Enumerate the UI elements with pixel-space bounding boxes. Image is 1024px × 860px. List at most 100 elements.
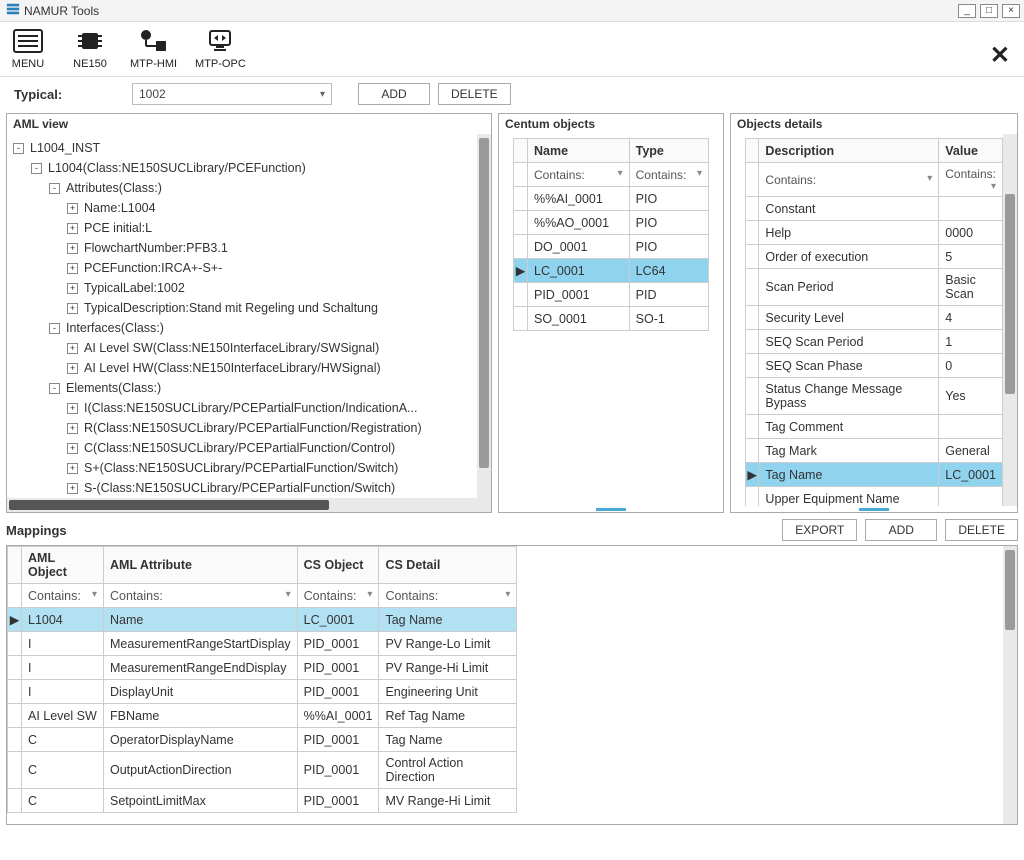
expand-icon[interactable]: - xyxy=(13,143,24,154)
filter-icon[interactable]: ▾ xyxy=(991,181,996,192)
table-row[interactable]: %%AO_0001PIO xyxy=(514,211,709,235)
tree-node[interactable]: -Interfaces(Class:) xyxy=(11,318,473,338)
expand-icon[interactable]: + xyxy=(67,263,78,274)
filter-icon[interactable]: ▾ xyxy=(927,173,932,184)
table-row[interactable]: ▶L1004NameLC_0001Tag Name xyxy=(8,608,517,632)
centum-title: Centum objects xyxy=(499,114,723,134)
tree-node[interactable]: +AI Level SW(Class:NE150InterfaceLibrary… xyxy=(11,338,473,358)
expand-icon[interactable]: + xyxy=(67,303,78,314)
table-row[interactable]: Help0000 xyxy=(746,221,1003,245)
table-row[interactable]: ▶Tag NameLC_0001 xyxy=(746,463,1003,487)
table-row[interactable]: Status Change Message BypassYes xyxy=(746,378,1003,415)
window-title: NAMUR Tools xyxy=(24,4,99,18)
filter-icon[interactable]: ▾ xyxy=(505,589,510,600)
table-row[interactable]: Tag MarkGeneral xyxy=(746,439,1003,463)
aml-tree[interactable]: -L1004_INST-L1004(Class:NE150SUCLibrary/… xyxy=(7,134,491,512)
expand-icon[interactable]: - xyxy=(31,163,42,174)
table-row[interactable]: Order of execution5 xyxy=(746,245,1003,269)
tree-node[interactable]: +R(Class:NE150SUCLibrary/PCEPartialFunct… xyxy=(11,418,473,438)
add-mapping-button[interactable]: ADD xyxy=(865,519,937,541)
mappings-grid[interactable]: AML Object AML Attribute CS Object CS De… xyxy=(7,546,517,813)
export-button[interactable]: EXPORT xyxy=(782,519,857,541)
scrollbar[interactable] xyxy=(1003,134,1017,506)
table-row[interactable]: %%AI_0001PIO xyxy=(514,187,709,211)
menu-tool[interactable]: MENU xyxy=(6,26,50,70)
delete-mapping-button[interactable]: DELETE xyxy=(945,519,1018,541)
expand-icon[interactable]: + xyxy=(67,203,78,214)
table-row[interactable]: SEQ Scan Phase0 xyxy=(746,354,1003,378)
tree-node[interactable]: +S-(Class:NE150SUCLibrary/PCEPartialFunc… xyxy=(11,478,473,498)
filter-icon[interactable]: ▾ xyxy=(286,589,291,600)
titlebar: NAMUR Tools _ □ × xyxy=(0,0,1024,22)
table-row[interactable]: Security Level4 xyxy=(746,306,1003,330)
table-row[interactable]: ▶LC_0001LC64 xyxy=(514,259,709,283)
expand-icon[interactable]: + xyxy=(67,483,78,494)
scrollbar[interactable] xyxy=(1003,546,1017,824)
expand-icon[interactable]: + xyxy=(67,243,78,254)
filter-icon[interactable]: ▾ xyxy=(92,589,97,600)
table-row[interactable]: Tag Comment xyxy=(746,415,1003,439)
table-row[interactable]: PID_0001PID xyxy=(514,283,709,307)
expand-icon[interactable]: + xyxy=(67,463,78,474)
expand-icon[interactable]: - xyxy=(49,183,60,194)
minimize-button[interactable]: _ xyxy=(958,4,976,18)
scrollbar[interactable] xyxy=(7,498,477,512)
filter-icon[interactable]: ▾ xyxy=(618,168,623,179)
expand-icon[interactable]: + xyxy=(67,403,78,414)
tree-node[interactable]: +TypicalDescription:Stand mit Regeling u… xyxy=(11,298,473,318)
tree-node[interactable]: +S+(Class:NE150SUCLibrary/PCEPartialFunc… xyxy=(11,458,473,478)
expand-icon[interactable]: - xyxy=(49,323,60,334)
table-row[interactable]: COperatorDisplayNamePID_0001Tag Name xyxy=(8,728,517,752)
tree-node[interactable]: -Elements(Class:) xyxy=(11,378,473,398)
tree-node[interactable]: +C(Class:NE150SUCLibrary/PCEPartialFunct… xyxy=(11,438,473,458)
delete-typical-button[interactable]: DELETE xyxy=(438,83,511,105)
expand-icon[interactable]: + xyxy=(67,423,78,434)
tree-node[interactable]: -Attributes(Class:) xyxy=(11,178,473,198)
add-typical-button[interactable]: ADD xyxy=(358,83,430,105)
tree-node[interactable]: -L1004(Class:NE150SUCLibrary/PCEFunction… xyxy=(11,158,473,178)
typical-value: 1002 xyxy=(139,87,166,101)
tree-node[interactable]: +TypicalLabel:1002 xyxy=(11,278,473,298)
expand-icon[interactable]: + xyxy=(67,283,78,294)
table-row[interactable]: SO_0001SO-1 xyxy=(514,307,709,331)
table-row[interactable]: Scan PeriodBasic Scan xyxy=(746,269,1003,306)
tree-node[interactable]: +PCE initial:L xyxy=(11,218,473,238)
expand-icon[interactable]: - xyxy=(49,383,60,394)
table-row[interactable]: IDisplayUnitPID_0001Engineering Unit xyxy=(8,680,517,704)
table-row[interactable]: Upper Equipment Name xyxy=(746,487,1003,507)
tree-node[interactable]: +I(Class:NE150SUCLibrary/PCEPartialFunct… xyxy=(11,398,473,418)
filter-icon[interactable]: ▾ xyxy=(367,589,372,600)
filter-icon[interactable]: ▾ xyxy=(697,168,702,179)
panel-close-icon[interactable]: ✕ xyxy=(990,41,1016,70)
centum-grid[interactable]: NameType Contains:▾ Contains:▾ %%AI_0001… xyxy=(513,138,709,331)
tree-node[interactable]: +AI Level HW(Class:NE150InterfaceLibrary… xyxy=(11,358,473,378)
table-row[interactable]: DO_0001PIO xyxy=(514,235,709,259)
mtp-hmi-tool[interactable]: MTP-HMI xyxy=(130,26,177,70)
table-row[interactable]: IMeasurementRangeEndDisplayPID_0001PV Ra… xyxy=(8,656,517,680)
app-icon xyxy=(6,2,20,19)
tree-node[interactable]: +PCEFunction:IRCA+-S+- xyxy=(11,258,473,278)
table-row[interactable]: AI Level SWFBName%%AI_0001Ref Tag Name xyxy=(8,704,517,728)
table-row[interactable]: SEQ Scan Period1 xyxy=(746,330,1003,354)
expand-icon[interactable]: + xyxy=(67,443,78,454)
expand-icon[interactable]: + xyxy=(67,343,78,354)
tree-node[interactable]: +Name:L1004 xyxy=(11,198,473,218)
scrollbar[interactable] xyxy=(477,134,491,512)
table-row[interactable]: IMeasurementRangeStartDisplayPID_0001PV … xyxy=(8,632,517,656)
table-row[interactable]: COutputActionDirectionPID_0001Control Ac… xyxy=(8,752,517,789)
details-grid[interactable]: DescriptionValue Contains:▾ Contains:▾ C… xyxy=(745,138,1003,506)
mtp-opc-tool[interactable]: MTP-OPC xyxy=(195,26,246,70)
close-button[interactable]: × xyxy=(1002,4,1020,18)
centum-objects-panel: Centum objects NameType Contains:▾ Conta… xyxy=(498,113,724,513)
ne150-tool[interactable]: NE150 xyxy=(68,26,112,70)
maximize-button[interactable]: □ xyxy=(980,4,998,18)
chip-icon xyxy=(74,26,106,56)
table-row[interactable]: Constant xyxy=(746,197,1003,221)
expand-icon[interactable]: + xyxy=(67,363,78,374)
table-row[interactable]: CSetpointLimitMaxPID_0001MV Range-Hi Lim… xyxy=(8,789,517,813)
expand-icon[interactable]: + xyxy=(67,223,78,234)
mtp-hmi-label: MTP-HMI xyxy=(130,58,177,70)
typical-combo[interactable]: 1002 ▾ xyxy=(132,83,332,105)
tree-node[interactable]: -L1004_INST xyxy=(11,138,473,158)
tree-node[interactable]: +FlowchartNumber:PFB3.1 xyxy=(11,238,473,258)
